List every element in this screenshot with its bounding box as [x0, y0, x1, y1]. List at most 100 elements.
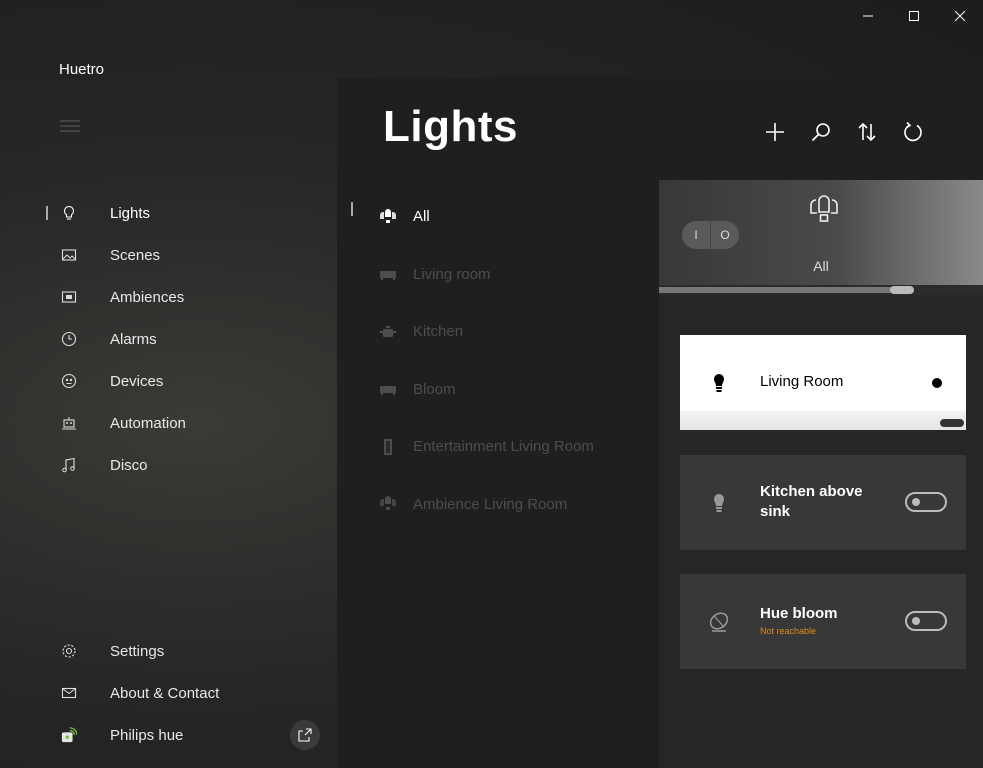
group-bulbs-icon	[378, 207, 398, 227]
sidebar-bottom-nav: Settings About & Contact Philips hue	[0, 630, 336, 756]
toggle-knob	[912, 617, 920, 625]
sidebar-item-label: Lights	[110, 204, 151, 222]
bulb-icon	[714, 374, 724, 392]
pot-icon	[378, 322, 398, 342]
maximize-icon	[909, 11, 919, 21]
bulb-icon	[714, 494, 724, 512]
clock-icon	[60, 330, 78, 348]
room-item-bloom[interactable]: Bloom	[337, 361, 657, 419]
lights-panel: I O All Living Room Kitchen above sink H…	[659, 180, 983, 768]
lightbulb-icon	[60, 204, 78, 222]
light-toggle[interactable]	[905, 611, 947, 631]
robot-icon	[60, 414, 78, 432]
room-label: Entertainment Living Room	[413, 438, 594, 456]
sidebar-item-automation[interactable]: Automation	[0, 402, 336, 444]
room-label: Kitchen	[413, 323, 464, 341]
bloom-lamp-icon	[709, 612, 729, 632]
group-header: I O All	[659, 180, 983, 295]
brightness-thumb[interactable]	[940, 419, 964, 427]
sidebar-item-label: Ambiences	[110, 288, 185, 306]
speaker-icon	[378, 437, 398, 457]
group-bulbs-icon	[810, 195, 838, 222]
hamburger-menu-icon[interactable]	[60, 119, 80, 133]
sidebar-item-label: Scenes	[110, 246, 161, 264]
search-button[interactable]	[798, 114, 844, 150]
room-label: All	[413, 208, 430, 226]
sofa-icon	[378, 379, 398, 399]
room-label: Ambience Living Room	[413, 495, 568, 513]
sidebar-item-label: Settings	[110, 642, 165, 660]
sidebar-item-label: Alarms	[110, 330, 157, 348]
light-brightness-slider[interactable]	[680, 411, 966, 430]
sidebar-item-bridge[interactable]: Philips hue	[0, 714, 336, 756]
sidebar-item-label: Philips hue	[110, 726, 184, 744]
sidebar-item-disco[interactable]: Disco	[0, 444, 336, 486]
toolbar	[752, 114, 936, 150]
light-card-kitchen-above-sink[interactable]: Kitchen above sink	[680, 455, 966, 550]
close-button[interactable]	[937, 0, 983, 32]
sidebar-item-label: Automation	[110, 414, 186, 432]
devices-icon	[60, 372, 78, 390]
close-icon	[954, 10, 966, 22]
sidebar-item-lights[interactable]: Lights	[0, 192, 336, 234]
light-card-hue-bloom[interactable]: Hue bloom Not reachable	[680, 574, 966, 669]
group-bulbs-icon	[378, 494, 398, 514]
sort-button[interactable]	[844, 114, 890, 150]
light-name: Kitchen above sink	[760, 483, 863, 520]
video-icon	[60, 288, 78, 306]
sidebar-item-alarms[interactable]: Alarms	[0, 318, 336, 360]
add-icon	[766, 123, 784, 141]
sidebar-item-label: About & Contact	[110, 684, 220, 702]
sidebar-item-settings[interactable]: Settings	[0, 630, 336, 672]
toggle-knob	[912, 498, 920, 506]
brightness-fill	[659, 287, 902, 293]
sidebar-item-label: Disco	[110, 456, 148, 474]
light-toggle[interactable]	[905, 492, 947, 512]
room-item-entertainment-living-room[interactable]: Entertainment Living Room	[337, 418, 657, 476]
power-on-button[interactable]: I	[682, 221, 711, 249]
sidebar-item-about[interactable]: About & Contact	[0, 672, 336, 714]
room-label: Living room	[413, 265, 491, 283]
titlebar-controls	[845, 0, 983, 32]
toggle-knob	[932, 378, 942, 388]
group-label: All	[813, 258, 829, 274]
minimize-button[interactable]	[845, 0, 891, 32]
sidebar-item-ambiences[interactable]: Ambiences	[0, 276, 336, 318]
mail-icon	[60, 684, 78, 702]
open-bridge-button[interactable]	[290, 720, 320, 750]
light-name: Living Room	[760, 373, 844, 390]
sort-icon	[858, 122, 876, 142]
add-button[interactable]	[752, 114, 798, 150]
external-link-icon	[298, 728, 312, 742]
room-list: All Living room Kitchen Bloom Entertainm…	[337, 188, 657, 533]
light-name: Hue bloom	[760, 605, 838, 622]
room-item-kitchen[interactable]: Kitchen	[337, 303, 657, 361]
refresh-button[interactable]	[890, 114, 936, 150]
light-toggle[interactable]	[905, 372, 947, 392]
minimize-icon	[863, 15, 873, 17]
room-item-living-room[interactable]: Living room	[337, 246, 657, 304]
page-title: Lights	[383, 102, 518, 151]
light-status: Not reachable	[760, 626, 817, 636]
sidebar-item-scenes[interactable]: Scenes	[0, 234, 336, 276]
room-item-all[interactable]: All	[337, 188, 657, 246]
power-off-button[interactable]: O	[711, 221, 739, 249]
image-icon	[60, 246, 78, 264]
refresh-icon	[904, 121, 922, 142]
room-item-ambience-living-room[interactable]: Ambience Living Room	[337, 476, 657, 534]
sidebar-item-label: Devices	[110, 372, 164, 390]
brightness-thumb[interactable]	[890, 286, 914, 294]
group-brightness-slider[interactable]	[659, 285, 983, 295]
maximize-button[interactable]	[891, 0, 937, 32]
search-icon	[811, 123, 830, 142]
sofa-icon	[378, 264, 398, 284]
bridge-icon	[60, 726, 78, 744]
group-power-switch: I O	[682, 221, 739, 249]
music-icon	[60, 456, 78, 474]
room-label: Bloom	[413, 380, 456, 398]
sidebar-nav: Lights Scenes Ambiences Alarms Devices A…	[0, 192, 336, 486]
app-title: Huetro	[59, 61, 105, 78]
app-window: Huetro Lights Scenes Ambiences Alarms De…	[0, 0, 983, 768]
light-card-living-room[interactable]: Living Room	[680, 335, 966, 430]
sidebar-item-devices[interactable]: Devices	[0, 360, 336, 402]
